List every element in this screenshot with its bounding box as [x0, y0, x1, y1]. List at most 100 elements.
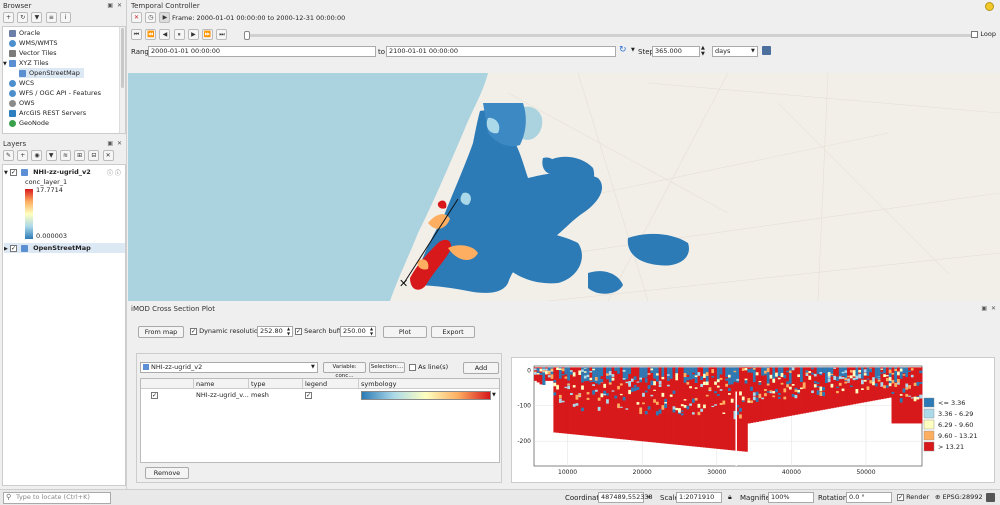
layer-row-mesh[interactable]: ▼ ✓ NHI-zz-ugrid_v2	[4, 167, 91, 177]
collapse-icon[interactable]: ⊟	[88, 150, 100, 161]
range-end-input[interactable]: 2100-01-01 00:00:00	[386, 46, 616, 57]
rotation-input[interactable]: 0.0 °	[846, 492, 892, 503]
layer-visibility-checkbox[interactable]: ✓	[9, 168, 17, 176]
step-input[interactable]: 365.000	[652, 46, 700, 57]
chevron-down-icon[interactable]: ▼	[751, 48, 755, 54]
browser-scrollbar[interactable]	[119, 27, 125, 133]
coordinate-input[interactable]: 487489,552338	[598, 492, 653, 503]
tree-item-openstreetmap[interactable]: OpenStreetMap	[19, 68, 84, 78]
resolution-stepper[interactable]: ▲ ▼	[287, 326, 290, 336]
layers-float-buttons[interactable]: ▣ ✕	[107, 140, 123, 147]
skip-end-icon[interactable]: ⏭	[216, 29, 228, 40]
expand-icon[interactable]: ⊞	[74, 150, 86, 161]
magnifier-input[interactable]: 100%	[768, 492, 814, 503]
temporal-float-icon[interactable]	[985, 2, 994, 11]
range-start-input[interactable]: 2000-01-01 00:00:00	[148, 46, 376, 57]
time-slider-handle[interactable]	[244, 31, 250, 40]
variable-select[interactable]: Variable: conc...	[323, 362, 366, 379]
tree-item-geonode[interactable]: GeoNode	[9, 118, 49, 128]
render-toggle[interactable]: ✓ Render	[897, 493, 929, 501]
as-lines-checkbox[interactable]	[409, 363, 416, 371]
column-header-type[interactable]: type	[251, 379, 266, 389]
left-dock-divider[interactable]	[126, 0, 127, 490]
style-icon[interactable]: ✎	[3, 150, 14, 161]
remove-button[interactable]: Remove	[145, 467, 189, 479]
browser-float-buttons[interactable]: ▣ ✕	[107, 2, 123, 9]
tree-item-wcs[interactable]: WCS	[9, 78, 34, 88]
crs-button[interactable]: ⊕ EPSG:28992	[935, 493, 983, 501]
chevron-down-icon[interactable]: ▼	[311, 364, 315, 370]
dynamic-resolution-checkbox[interactable]: ✓	[190, 327, 197, 335]
from-map-button[interactable]: From map	[138, 326, 184, 338]
add-icon[interactable]: +	[3, 12, 14, 23]
dynamic-resolution-toggle[interactable]: ✓ Dynamic resolution	[190, 327, 262, 335]
row-symbology-ramp[interactable]	[361, 391, 491, 400]
step-stepper[interactable]: ▲ ▼	[701, 45, 705, 57]
filter-icon[interactable]: ▼	[45, 150, 57, 161]
tree-item-oracle[interactable]: Oracle	[9, 28, 40, 38]
locate-bar[interactable]: Type to locate (Ctrl+K)	[3, 492, 111, 504]
play-reverse-icon[interactable]: ◀	[159, 29, 171, 40]
disable-navigation-icon[interactable]: ✕	[131, 12, 142, 23]
add-group-icon[interactable]: +	[17, 150, 29, 161]
step-forward-icon[interactable]: ⏩	[202, 29, 214, 40]
map-canvas[interactable]: ✕	[128, 73, 1000, 301]
settings-icon[interactable]	[762, 46, 771, 55]
plot-button[interactable]: Plot	[383, 326, 427, 338]
scale-input[interactable]: 1:2071910	[676, 492, 722, 503]
tree-item-wfs[interactable]: WFS / OGC API - Features	[9, 88, 101, 98]
loop-toggle[interactable]: Loop	[971, 30, 996, 38]
rewind-start-icon[interactable]: ⏮	[131, 29, 142, 40]
column-header-name[interactable]: name	[196, 379, 214, 389]
messages-icon[interactable]	[986, 493, 995, 502]
column-header-legend[interactable]: legend	[305, 379, 327, 389]
eye-icon[interactable]: ◉	[31, 150, 43, 161]
search-buffer-checkbox[interactable]: ✓	[295, 327, 302, 335]
search-buffer-stepper[interactable]: ▲ ▼	[370, 326, 373, 336]
cross-section-plot[interactable]: 10000 20000 30000 40000 50000 0 -100 -200 <= 3.3…	[511, 357, 995, 483]
play-icon[interactable]: ▶	[187, 29, 199, 40]
cross-section-float-buttons[interactable]: ▣ ✕	[981, 305, 997, 312]
chevron-right-icon[interactable]: ▶	[4, 246, 8, 252]
layer-visibility-checkbox[interactable]: ✓	[9, 244, 17, 252]
scroll-thumb[interactable]	[121, 28, 124, 88]
lock-icon[interactable]: 🔒︎	[728, 493, 732, 502]
time-slider[interactable]	[244, 31, 976, 40]
range-menu-icon[interactable]: ▼	[631, 47, 635, 53]
loop-checkbox[interactable]	[971, 30, 979, 38]
fixed-range-icon[interactable]: ◷	[145, 12, 157, 23]
add-button[interactable]: Add	[463, 362, 499, 374]
table-row[interactable]: ✓ NHI-zz-ugrid_v... mesh ✓ ▼	[141, 390, 499, 401]
layer-indicator-icons[interactable]: ⓘ ⓘ	[107, 168, 121, 177]
chevron-down-icon[interactable]: ▼	[492, 390, 496, 401]
pause-icon[interactable]: ⏸	[173, 29, 185, 40]
locate-search-input[interactable]: Type to locate (Ctrl+K)	[16, 493, 90, 501]
as-lines-toggle[interactable]: As line(s)	[409, 363, 448, 371]
tree-item-ows[interactable]: OWS	[9, 98, 35, 108]
refresh-icon[interactable]: ↻	[17, 12, 29, 23]
row-enabled-checkbox[interactable]: ✓	[151, 392, 158, 399]
refresh-range-icon[interactable]: ↻	[619, 45, 627, 55]
tree-item-arcgis[interactable]: ArcGIS REST Servers	[9, 108, 86, 118]
info-icon[interactable]: i	[59, 12, 71, 23]
chevron-down-icon[interactable]: ▼	[3, 61, 7, 67]
layer-row-osm[interactable]: ▶ ✓ OpenStreetMap	[4, 243, 125, 253]
collapse-icon[interactable]: ≡	[45, 12, 57, 23]
tree-item-xyz-tiles[interactable]: ▼ XYZ Tiles	[3, 58, 49, 68]
step-back-icon[interactable]: ⏪	[145, 29, 157, 40]
column-header-symbology[interactable]: symbology	[361, 379, 396, 389]
layer-select[interactable]: NHI-zz-ugrid_v2	[140, 362, 318, 373]
render-checkbox[interactable]: ✓	[897, 493, 904, 501]
remove-icon[interactable]: ✕	[102, 150, 114, 161]
animated-icon[interactable]: ▶	[159, 12, 171, 23]
row-legend-checkbox[interactable]: ✓	[305, 392, 312, 399]
toggle-extents-icon[interactable]: ⌖	[647, 493, 651, 502]
selection-select[interactable]: Selection:...	[369, 362, 405, 373]
search-icon: ⚲	[6, 493, 12, 501]
export-button[interactable]: Export	[431, 326, 475, 338]
tree-item-wms[interactable]: WMS/WMTS	[9, 38, 57, 48]
filter-icon[interactable]: ▼	[31, 12, 43, 23]
tree-item-vector-tiles[interactable]: Vector Tiles	[9, 48, 57, 58]
legend-icon[interactable]: ≋	[59, 150, 71, 161]
chevron-down-icon[interactable]: ▼	[4, 170, 8, 176]
